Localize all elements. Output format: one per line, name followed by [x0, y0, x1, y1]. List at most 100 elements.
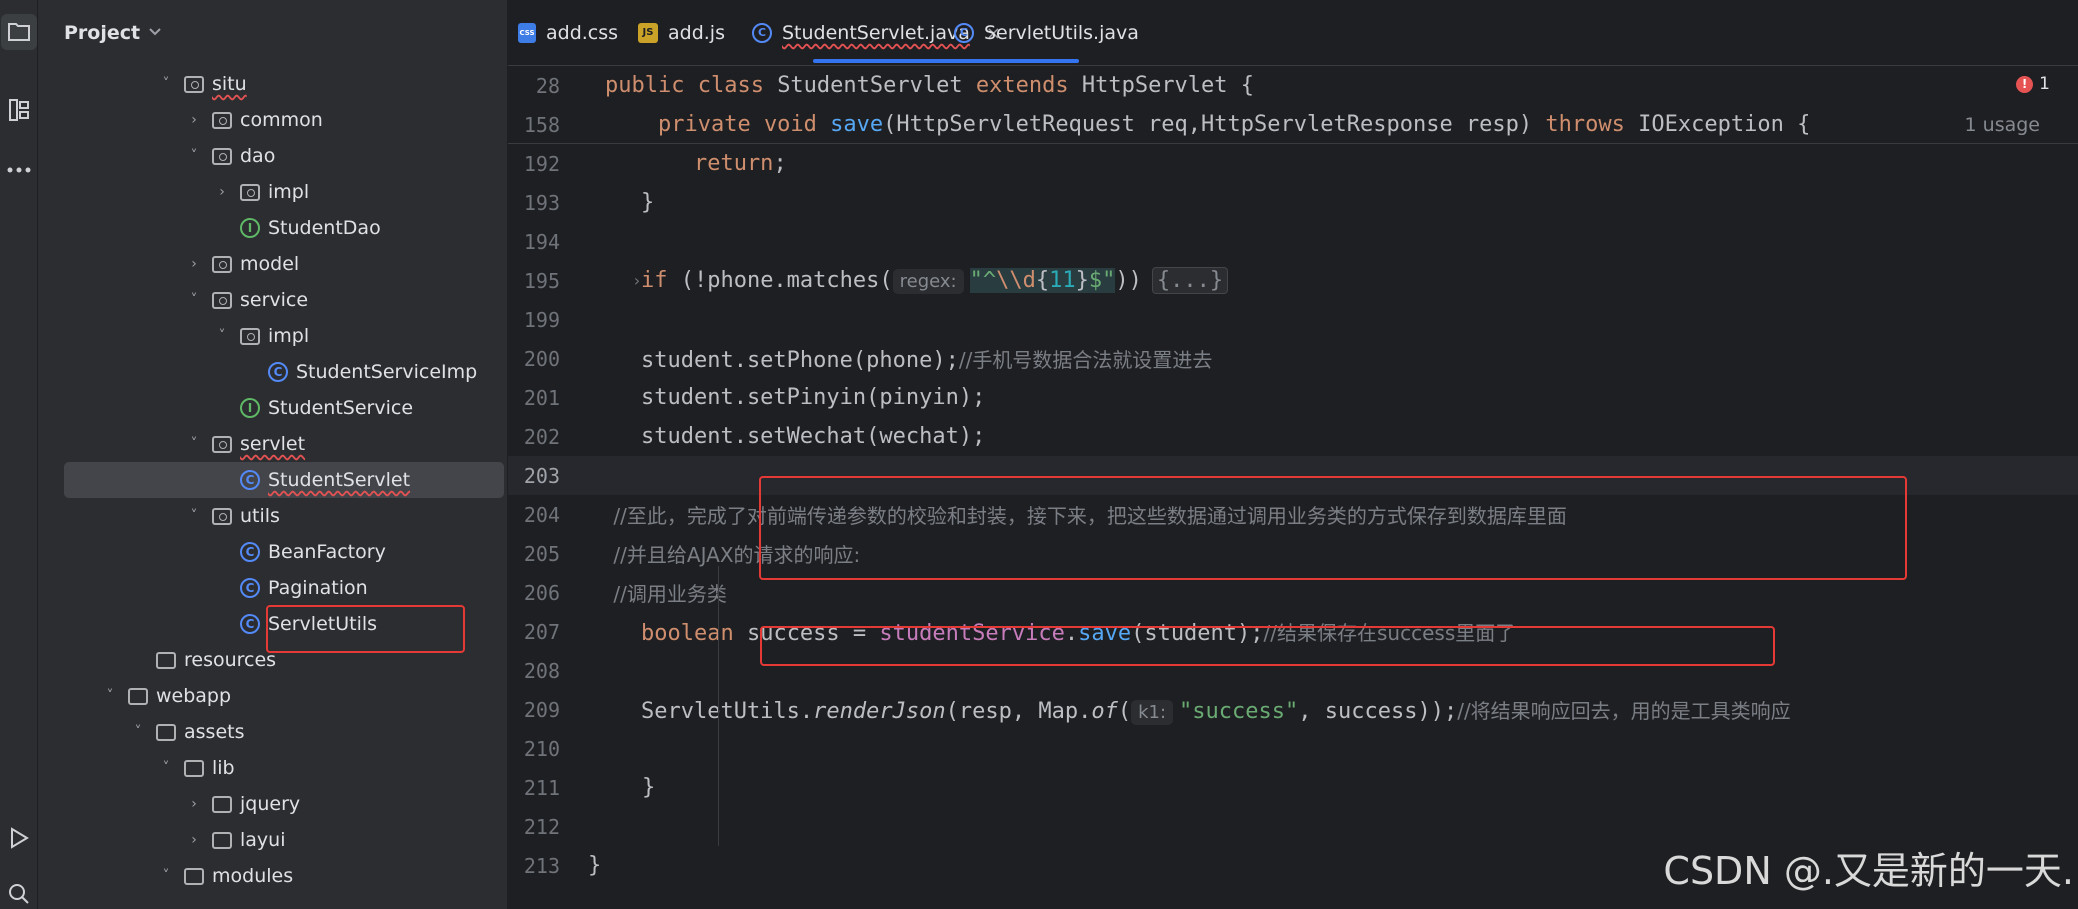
chevron-down-icon[interactable]: ˅	[186, 436, 202, 452]
code-token: of	[1091, 698, 1118, 724]
tree-item[interactable]: ˅ assets	[130, 714, 245, 750]
tree-item-label: model	[240, 253, 300, 275]
code-token: (	[1117, 698, 1132, 724]
tree-item[interactable]: C Pagination	[214, 570, 368, 606]
chevron-down-icon[interactable]: ˅	[186, 148, 202, 164]
folder-icon	[184, 867, 204, 885]
chevron-right-icon[interactable]: ›	[214, 184, 230, 200]
tree-item[interactable]: C StudentServiceImp	[242, 354, 477, 390]
folder-icon[interactable]	[1, 14, 37, 50]
tab-label: add.css	[546, 22, 619, 44]
tab-label: add.js	[668, 22, 725, 44]
code-token: StudentServlet	[777, 73, 976, 98]
param-hint: regex:	[892, 269, 964, 294]
tree-item[interactable]: ˅ lib	[158, 750, 235, 786]
package-icon	[212, 435, 232, 453]
code-token: (resp, Map.	[945, 698, 1092, 724]
code-line: 194	[508, 222, 2078, 261]
code-text: //调用业务类	[508, 578, 726, 607]
editor-tab[interactable]: C ServletUtils.java	[944, 0, 1149, 66]
tree-item-label: StudentServlet	[268, 469, 411, 491]
chevron-down-icon[interactable]: ˅	[158, 76, 174, 92]
package-icon	[212, 147, 232, 165]
editor-tab[interactable]: CSS add.css	[508, 0, 628, 66]
tree-item[interactable]: › layui	[186, 822, 286, 858]
code-token: public class	[605, 73, 778, 98]
chevron-down-icon[interactable]: ˅	[186, 508, 202, 524]
more-icon[interactable]	[1, 152, 37, 188]
active-tab-indicator	[813, 59, 1079, 63]
code-token: "^	[969, 268, 997, 293]
tree-item[interactable]: › common	[186, 102, 323, 138]
folder-icon	[156, 651, 176, 669]
code-text: student.setPinyin(pinyin);	[508, 385, 985, 410]
tab-label: ServletUtils.java	[984, 22, 1139, 44]
error-indicator[interactable]: ! 1	[2016, 74, 2050, 94]
usage-hint[interactable]: 1 usage	[1965, 114, 2040, 136]
error-icon: !	[2016, 75, 2034, 93]
tree-item[interactable]: C StudentServlet	[64, 462, 504, 498]
chevron-right-icon[interactable]: ›	[186, 112, 202, 128]
chevron-down-icon[interactable]: ˅	[130, 724, 146, 740]
code-token: boolean	[588, 621, 747, 646]
tree-item[interactable]: ˅ webapp	[102, 678, 232, 714]
chevron-down-icon[interactable]: ˅	[158, 760, 174, 776]
editor-tab[interactable]: JS add.js	[628, 0, 735, 66]
code-token: throws	[1545, 112, 1639, 137]
code-text: student.setPhone(phone);//手机号数据合法就设置进去	[508, 344, 1212, 373]
code-token: {	[1035, 268, 1050, 293]
class-icon: C	[240, 614, 260, 634]
tree-item[interactable]: C BeanFactory	[214, 534, 386, 570]
tree-item[interactable]: ˅ servlet	[186, 426, 306, 462]
tree-item-label: assets	[184, 721, 245, 743]
tree-item[interactable]: ˅ service	[186, 282, 309, 318]
search-icon[interactable]	[1, 876, 37, 909]
code-area[interactable]: ! 1 28 public class StudentServlet extend…	[508, 66, 2078, 909]
tree-item[interactable]: ˅ utils	[186, 498, 280, 534]
code-token: , success));	[1298, 698, 1458, 724]
structure-icon[interactable]	[1, 92, 37, 128]
tree-item[interactable]: ˅ modules	[158, 858, 294, 894]
project-header[interactable]: Project	[64, 22, 162, 44]
code-line: 158 private void save(HttpServletRequest…	[508, 105, 2078, 144]
tree-item[interactable]: resources	[130, 642, 276, 678]
code-token: extends	[975, 73, 1082, 98]
chevron-down-icon[interactable]: ˅	[214, 328, 230, 344]
class-icon: C	[240, 470, 260, 490]
tree-item-label: Pagination	[268, 577, 368, 599]
tree-item[interactable]: › jquery	[186, 786, 300, 822]
tree-item[interactable]: › impl	[214, 174, 309, 210]
code-line: 193 }	[508, 183, 2078, 222]
code-token: renderJson	[813, 698, 946, 724]
folder-icon	[212, 795, 232, 813]
line-number: 199	[523, 307, 560, 332]
package-icon	[240, 327, 260, 345]
tree-item-label: layui	[240, 829, 286, 851]
chevron-down-icon[interactable]: ˅	[158, 868, 174, 884]
code-line: 202 student.setWechat(wechat);	[508, 417, 2078, 456]
tree-item[interactable]: I StudentDao	[214, 210, 381, 246]
chevron-right-icon[interactable]: ›	[186, 832, 202, 848]
folded-code[interactable]: {...}	[1151, 267, 1229, 294]
code-token: (!phone.matches(	[680, 268, 893, 293]
tree-item[interactable]: ˅ impl	[214, 318, 310, 354]
interface-icon: I	[240, 398, 260, 418]
editor: CSS add.css JS add.js C StudentServlet.java × C…	[508, 0, 2078, 909]
chevron-right-icon[interactable]: ›	[186, 796, 202, 812]
code-token: $"	[1088, 268, 1116, 293]
js-file-icon: JS	[638, 23, 658, 43]
line-number: 212	[523, 814, 560, 839]
tree-item[interactable]: ˅ dao	[186, 138, 276, 174]
code-line: 200 student.setPhone(phone);//手机号数据合法就设置…	[508, 339, 2078, 378]
code-token: //将结果响应回去，用的是工具类响应	[1457, 698, 1791, 723]
code-text: student.setWechat(wechat);	[508, 424, 985, 449]
run-icon[interactable]	[1, 820, 37, 856]
tree-item[interactable]: ˅ situ	[158, 66, 247, 102]
tree-item[interactable]: › model	[186, 246, 299, 282]
tree-item[interactable]: I StudentService	[214, 390, 413, 426]
tree-item-label: jquery	[240, 793, 301, 815]
chevron-down-icon[interactable]: ˅	[186, 292, 202, 308]
chevron-down-icon[interactable]: ˅	[102, 688, 118, 704]
code-token: (HttpServletRequest req,HttpServletRespo…	[883, 112, 1546, 137]
chevron-right-icon[interactable]: ›	[186, 256, 202, 272]
